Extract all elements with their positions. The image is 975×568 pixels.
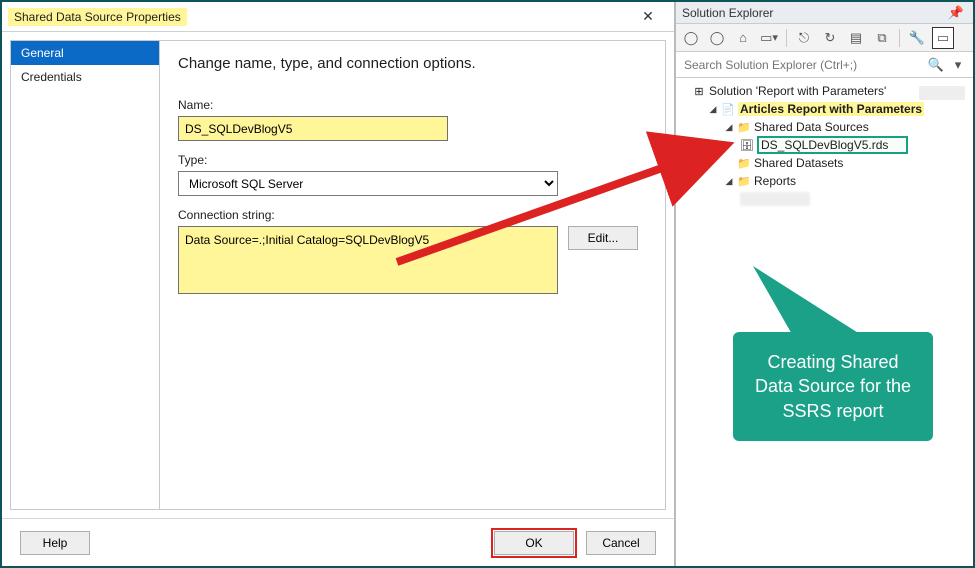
panel-header: Solution Explorer ▾ 📌 ✕: [676, 2, 973, 24]
pin-icon[interactable]: 📌: [945, 2, 967, 24]
dialog-main: Change name, type, and connection option…: [160, 40, 666, 510]
home-icon[interactable]: ⌂: [732, 27, 754, 49]
close-icon: ✕: [642, 8, 654, 25]
explorer-search-row: 🔍 ▾: [676, 52, 973, 78]
folder-icon: 📁: [737, 174, 751, 188]
explorer-toolbar: ◯ ◯ ⌂ ▭▾ ⎋ ↻ ▤ ⧉ 🔧 ▭: [676, 24, 973, 52]
type-select[interactable]: Microsoft SQL Server: [178, 171, 558, 196]
expand-icon[interactable]: ◢: [724, 122, 734, 133]
panel-title: Solution Explorer: [682, 6, 773, 20]
sync-icon[interactable]: ▭▾: [758, 27, 780, 49]
tree-folder-reports[interactable]: ◢ 📁 Reports: [678, 172, 971, 190]
tree-label: DS_SQLDevBlogV5.rds: [757, 136, 908, 154]
copy-icon[interactable]: ⧉: [871, 27, 893, 49]
expand-icon[interactable]: ◢: [724, 176, 734, 187]
dialog-heading: Change name, type, and connection option…: [178, 55, 647, 72]
properties-icon[interactable]: 🔧: [906, 27, 928, 49]
project-icon: 📄: [721, 102, 735, 116]
dialog-title: Shared Data Source Properties: [8, 8, 187, 26]
cancel-button[interactable]: Cancel: [586, 531, 656, 555]
folder-icon: 📁: [737, 156, 751, 170]
tree-project-node[interactable]: ◢ 📄 Articles Report with Parameters: [678, 100, 971, 118]
connection-string-input[interactable]: [178, 226, 558, 294]
name-input[interactable]: [178, 116, 448, 141]
tree-folder-shared-datasets[interactable]: 📁 Shared Datasets: [678, 154, 971, 172]
tree-folder-shared-sources[interactable]: ◢ 📁 Shared Data Sources: [678, 118, 971, 136]
search-input[interactable]: [680, 56, 925, 74]
refresh-icon[interactable]: ↻: [819, 27, 841, 49]
expand-icon[interactable]: ◢: [708, 104, 718, 115]
shared-data-source-dialog: Shared Data Source Properties ✕ General …: [2, 2, 675, 566]
solution-tree: ⊞ Solution 'Report with Parameters' ◢ 📄 …: [676, 78, 973, 566]
name-label: Name:: [178, 98, 647, 112]
sidebar-item-label: Credentials: [21, 70, 82, 84]
tree-label: Shared Datasets: [754, 156, 843, 170]
dialog-footer: Help OK Cancel: [2, 518, 674, 566]
preview-icon[interactable]: ▭: [932, 27, 954, 49]
forward-icon[interactable]: ◯: [706, 27, 728, 49]
tree-item-rds[interactable]: 🗄 DS_SQLDevBlogV5.rds: [678, 136, 908, 154]
tree-label: Shared Data Sources: [754, 120, 869, 134]
collapse-icon[interactable]: ⎋: [793, 27, 815, 49]
tree-label: Solution 'Report with Parameters': [709, 84, 886, 98]
type-label: Type:: [178, 153, 647, 167]
dialog-sidebar: General Credentials: [10, 40, 160, 510]
connection-string-label: Connection string:: [178, 208, 647, 222]
solution-explorer-panel: Solution Explorer ▾ 📌 ✕ ◯ ◯ ⌂ ▭▾ ⎋ ↻ ▤ ⧉…: [675, 2, 973, 566]
search-icon[interactable]: 🔍: [925, 54, 947, 76]
back-icon[interactable]: ◯: [680, 27, 702, 49]
edit-button[interactable]: Edit...: [568, 226, 638, 250]
datasource-icon: 🗄: [740, 138, 754, 152]
help-button[interactable]: Help: [20, 531, 90, 555]
sidebar-item-general[interactable]: General: [11, 41, 159, 65]
dialog-titlebar: Shared Data Source Properties ✕: [2, 2, 674, 32]
sidebar-item-credentials[interactable]: Credentials: [11, 65, 159, 89]
tree-label: Reports: [754, 174, 796, 188]
search-dropdown-icon[interactable]: ▾: [947, 54, 969, 76]
tree-label: Articles Report with Parameters: [738, 102, 924, 116]
show-all-icon[interactable]: ▤: [845, 27, 867, 49]
solution-icon: ⊞: [692, 84, 706, 98]
sidebar-item-label: General: [21, 46, 64, 60]
collapse-icon[interactable]: [724, 158, 734, 168]
close-button[interactable]: ✕: [628, 6, 668, 28]
ok-button[interactable]: OK: [494, 531, 574, 555]
blurred-item: [740, 192, 810, 206]
folder-icon: 📁: [737, 120, 751, 134]
